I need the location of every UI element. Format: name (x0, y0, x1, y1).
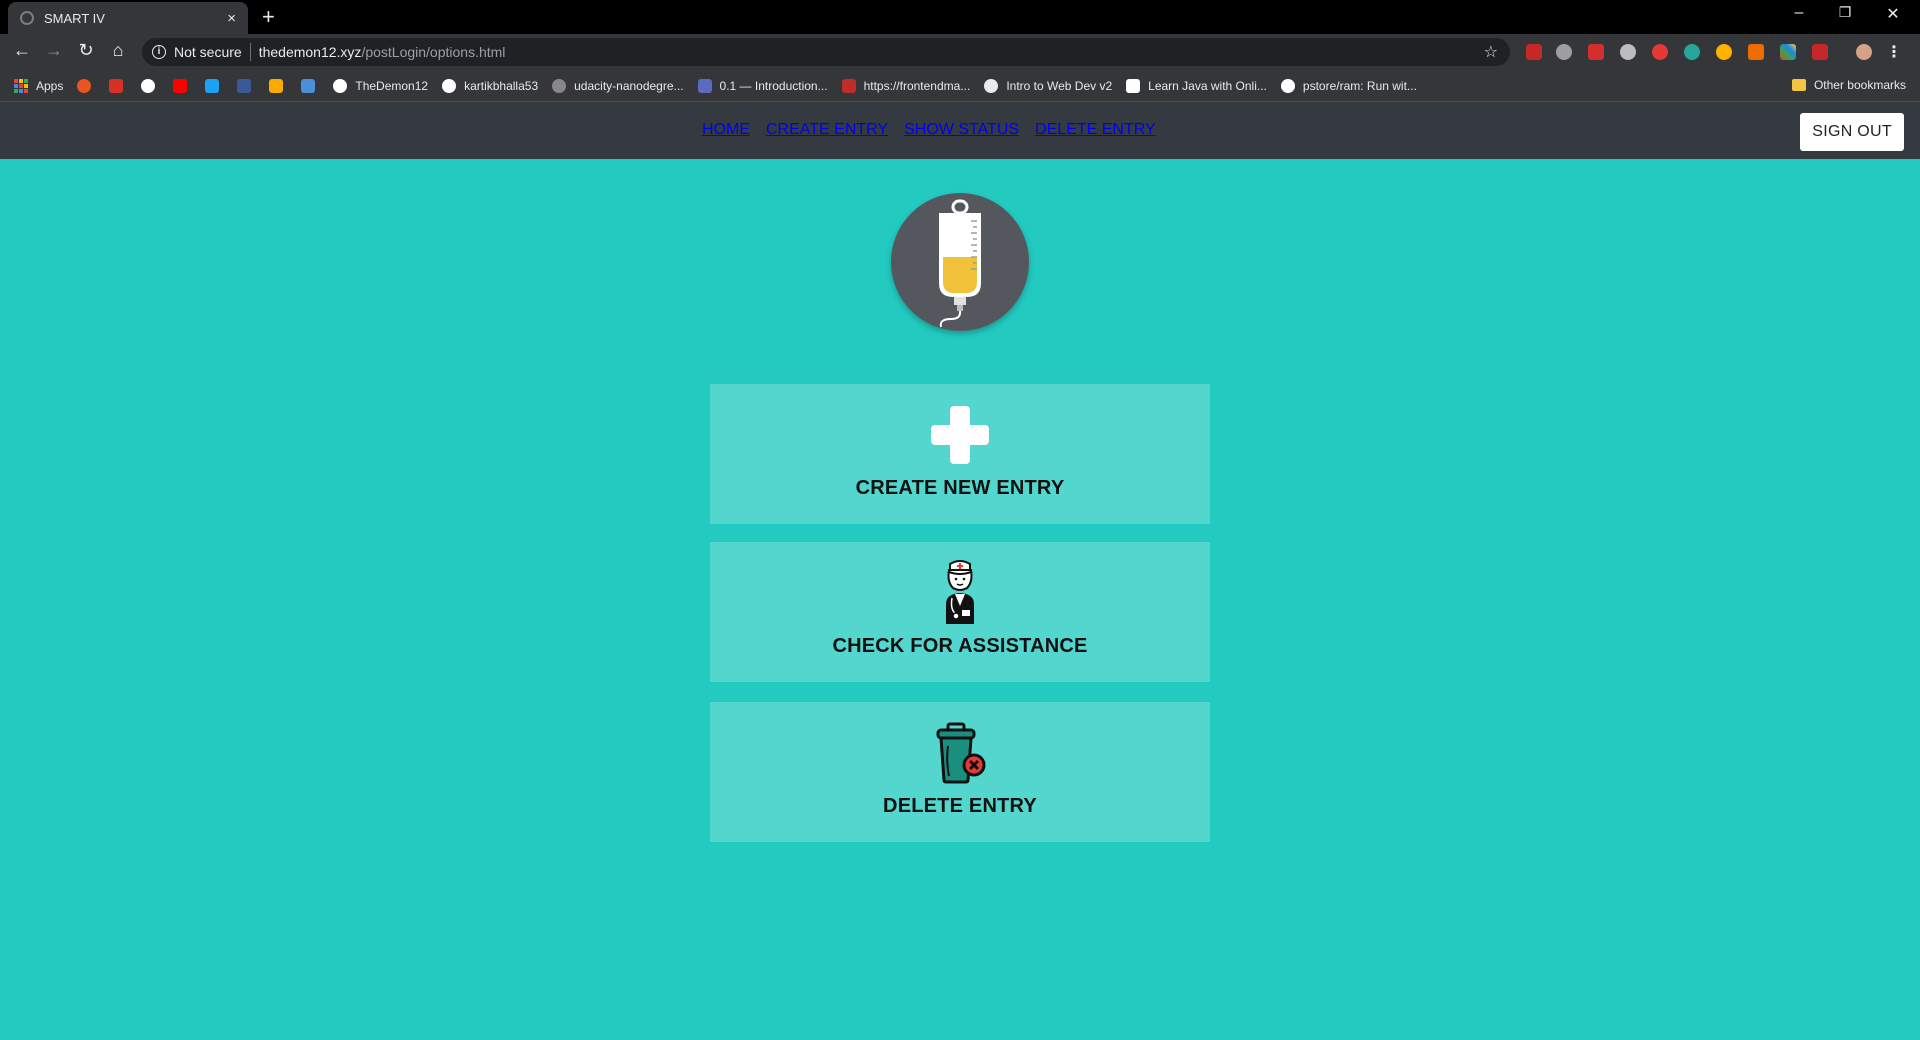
bookmark-item[interactable] (237, 78, 259, 93)
back-button[interactable]: ← (10, 40, 34, 61)
tab-title: SMART IV (44, 10, 105, 26)
bookmark-label: Apps (36, 78, 64, 93)
folder-icon (1791, 79, 1806, 91)
other-bookmarks-label: Other bookmarks (1813, 78, 1906, 92)
restore-button[interactable]: ❐ (1822, 4, 1868, 21)
divider (249, 43, 251, 61)
bookmark-item[interactable] (173, 78, 195, 93)
youtube-icon (173, 78, 188, 93)
home-button[interactable]: ⌂ (106, 40, 130, 61)
browser-tab[interactable]: SMART IV × (8, 2, 248, 34)
github-icon (1280, 78, 1295, 93)
bookmark-item[interactable] (205, 78, 227, 93)
check-for-assistance-card[interactable]: CHECK FOR ASSISTANCE (710, 542, 1210, 682)
tab-strip: SMART IV × + – ❐ ✕ (0, 0, 1920, 34)
bookmark-star-icon[interactable]: ☆ (1484, 42, 1498, 62)
bookmark-label: TheDemon12 (355, 78, 429, 93)
tab-close-button[interactable]: × (227, 10, 236, 27)
nav-link-show-status[interactable]: SHOW STATUS (904, 121, 1019, 139)
extension-media-icon[interactable] (1588, 44, 1604, 60)
extension-cookie-icon[interactable] (1716, 44, 1732, 60)
browser-toolbar: ← → ↻ ⌂ i Not secure thedemon12.xyz/post… (0, 34, 1920, 70)
create-new-entry-card[interactable]: CREATE NEW ENTRY (710, 384, 1210, 524)
bookmark-item[interactable] (269, 78, 291, 93)
globe-icon (984, 78, 999, 93)
apps-grid-icon (14, 78, 28, 93)
url-path: /postLogin/options.html (361, 44, 506, 60)
ubuntu-icon (77, 78, 92, 93)
extension-notify-icon[interactable] (1748, 44, 1764, 60)
bookmark-item[interactable] (77, 78, 99, 93)
address-bar[interactable]: i Not secure thedemon12.xyz/postLogin/op… (142, 38, 1510, 66)
github-icon (333, 78, 348, 93)
url-host: thedemon12.xyz (258, 44, 362, 60)
sign-out-button[interactable]: SIGN OUT (1800, 113, 1904, 151)
other-bookmarks[interactable]: Other bookmarks (1791, 78, 1906, 92)
nav-link-create-entry[interactable]: CREATE ENTRY (766, 121, 888, 139)
reload-button[interactable]: ↻ (74, 40, 98, 61)
security-label: Not secure (174, 44, 242, 60)
forward-button[interactable]: → (42, 40, 66, 61)
iv-bag-logo (891, 193, 1029, 331)
close-window-button[interactable]: ✕ (1870, 4, 1916, 24)
nav-link-home[interactable]: HOME (702, 121, 750, 139)
github-icon (552, 78, 567, 93)
site-navbar: HOME CREATE ENTRY SHOW STATUS DELETE ENTRY … (0, 102, 1920, 159)
bookmark-item[interactable]: TheDemon12 (333, 78, 429, 93)
extension-grammarly-icon[interactable] (1684, 44, 1700, 60)
browser-chrome: SMART IV × + – ❐ ✕ ← → ↻ ⌂ i Not secure … (0, 0, 1920, 102)
minimize-button[interactable]: – (1776, 4, 1822, 22)
bookmark-item[interactable]: Learn Java with Onli... (1126, 78, 1267, 93)
extension-settings-icon[interactable] (1620, 44, 1636, 60)
cpp-icon (697, 78, 712, 93)
nurse-icon (946, 560, 974, 624)
plus-icon (931, 406, 989, 464)
trash-delete-icon (936, 722, 986, 784)
edx-icon (1126, 78, 1141, 93)
extension-tracker-icon[interactable] (1812, 44, 1828, 60)
github-icon (141, 78, 156, 93)
bookmark-label: Intro to Web Dev v2 (1006, 78, 1113, 93)
iv-bag-icon (939, 199, 981, 328)
info-icon[interactable]: i (152, 45, 166, 59)
twitter-icon (205, 78, 220, 93)
bookmark-item[interactable] (109, 78, 131, 93)
bookmark-item[interactable]: udacity-nanodegre... (552, 78, 684, 93)
card-label: CHECK FOR ASSISTANCE (832, 635, 1088, 657)
gmail-icon (109, 78, 124, 93)
bookmark-item[interactable]: pstore/ram: Run wit... (1280, 78, 1417, 93)
bookmarks-bar: Apps TheDemon12 kartikbhalla53 udacity-nano… (0, 70, 1920, 102)
bookmark-label: Learn Java with Onli... (1148, 78, 1267, 93)
globe-icon (20, 11, 34, 25)
facebook-icon (237, 78, 252, 93)
delete-entry-card[interactable]: DELETE ENTRY (710, 702, 1210, 842)
bookmark-item[interactable]: Apps (14, 78, 64, 93)
profile-avatar-icon[interactable] (1856, 44, 1872, 60)
extension-colorpick-icon[interactable] (1780, 44, 1796, 60)
extension-ublock-icon[interactable] (1526, 44, 1542, 60)
frontendmasters-icon (841, 78, 856, 93)
is-icon (301, 78, 316, 93)
card-label: CREATE NEW ENTRY (855, 477, 1065, 499)
nav-link-delete-entry[interactable]: DELETE ENTRY (1035, 121, 1156, 139)
bookmark-item[interactable] (141, 78, 163, 93)
card-label: DELETE ENTRY (883, 795, 1037, 817)
bookmark-label: 0.1 — Introduction... (719, 78, 828, 93)
bookmark-label: kartikbhalla53 (464, 78, 539, 93)
bookmark-label: udacity-nanodegre... (574, 78, 684, 93)
github-icon (442, 78, 457, 93)
new-tab-button[interactable]: + (262, 4, 275, 30)
bookmark-label: https://frontendma... (863, 78, 971, 93)
extension-compass-icon[interactable] (1556, 44, 1572, 60)
bookmark-label: pstore/ram: Run wit... (1302, 78, 1417, 93)
bookmark-item[interactable]: 0.1 — Introduction... (697, 78, 828, 93)
bookmark-item[interactable]: Intro to Web Dev v2 (984, 78, 1113, 93)
analytics-icon (269, 78, 284, 93)
bookmark-item[interactable]: kartikbhalla53 (442, 78, 539, 93)
bookmark-item[interactable]: https://frontendma... (841, 78, 971, 93)
bookmark-item[interactable] (301, 78, 323, 93)
extension-record-icon[interactable] (1652, 44, 1668, 60)
browser-menu-icon[interactable]: ⋮ (1886, 42, 1902, 62)
nav-links: HOME CREATE ENTRY SHOW STATUS DELETE ENTRY (702, 121, 1156, 139)
